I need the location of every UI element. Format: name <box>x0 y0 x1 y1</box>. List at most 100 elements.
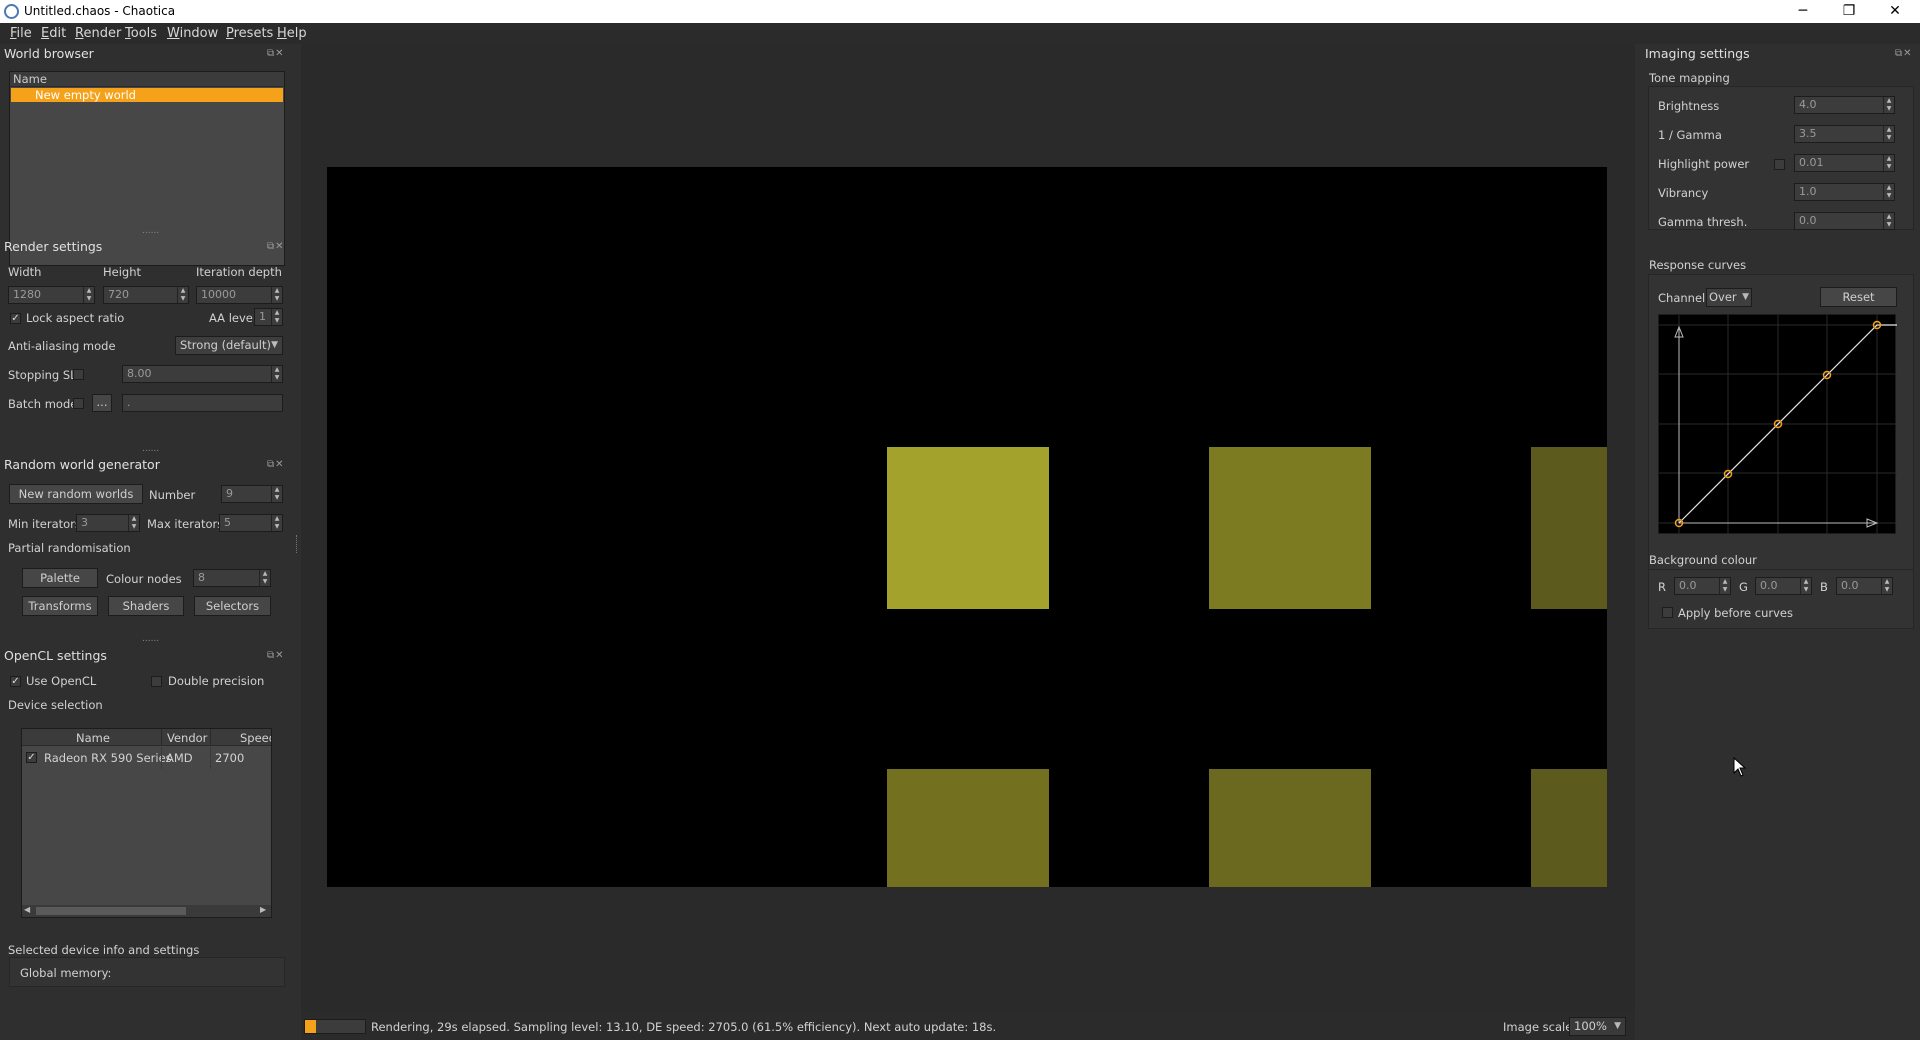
dock-float-close-icons[interactable]: ⧉✕ <box>1895 48 1913 59</box>
vibrancy-input[interactable]: 1.0 ▲ ▼ <box>1794 183 1895 201</box>
partial-randomisation-label: Partial randomisation <box>8 541 131 555</box>
tone-mapping-group: Brightness 4.0 ▲ ▼ 1 / Gamma 3.5 ▲ ▼ Highlig… <box>1648 86 1914 230</box>
render-settings-title: Render settings <box>4 239 103 254</box>
splitter-handle[interactable]: ...... <box>142 444 159 454</box>
width-input[interactable]: 1280 ▲ ▼ <box>8 286 95 304</box>
scroll-left-icon[interactable]: ◀ <box>24 905 30 914</box>
dock-float-close-icons[interactable]: ⧉✕ <box>267 459 285 470</box>
highlight-power-checkbox[interactable] <box>1774 159 1785 170</box>
render-canvas[interactable] <box>327 167 1607 887</box>
image-scale-select[interactable]: 100% ▼ <box>1569 1017 1626 1036</box>
gamma-input[interactable]: 3.5 ▲ ▼ <box>1794 125 1895 143</box>
g-label: G <box>1739 580 1748 594</box>
g-input[interactable]: 0.0 ▲ ▼ <box>1755 577 1812 595</box>
stopping-sl-checkbox[interactable] <box>73 369 84 380</box>
col-name[interactable]: Name <box>76 731 110 745</box>
opencl-title: OpenCL settings <box>4 648 107 663</box>
stopping-sl-input[interactable]: 8.00 ▲ ▼ <box>122 365 283 383</box>
render-square <box>887 769 1049 887</box>
table-row[interactable]: ✓ Radeon RX 590 Series AMD 2700 <box>22 747 271 769</box>
device-table-header: Name Vendor Speed <box>22 729 271 746</box>
dock-splitter[interactable] <box>296 535 298 553</box>
device-name: Radeon RX 590 Series <box>44 751 172 765</box>
gamma-thresh-label: Gamma thresh. <box>1658 215 1748 229</box>
palette-button[interactable]: Palette <box>22 568 98 588</box>
col-vendor[interactable]: Vendor <box>167 731 207 745</box>
imaging-settings-title: Imaging settings <box>1645 46 1750 61</box>
number-input[interactable]: 9 ▲ ▼ <box>221 485 283 503</box>
restore-button[interactable]: ❐ <box>1826 0 1872 23</box>
response-curve-editor[interactable] <box>1658 314 1897 535</box>
new-random-worlds-button[interactable]: New random worlds <box>9 484 143 504</box>
menu-bar: File Edit Render Tools Window Presets He… <box>0 23 1920 44</box>
menu-file[interactable]: File <box>10 26 32 41</box>
reset-curves-button[interactable]: Reset <box>1820 287 1897 307</box>
batch-path-input[interactable]: . <box>122 394 283 412</box>
device-table[interactable]: Name Vendor Speed ✓ Radeon RX 590 Series… <box>21 728 272 918</box>
min-iterators-input[interactable]: 3 ▲ ▼ <box>76 514 140 532</box>
render-square <box>1209 447 1371 609</box>
title-bar: Untitled.chaos - Chaotica ─ ❐ ✕ <box>0 0 1920 23</box>
menu-presets[interactable]: Presets <box>226 26 273 41</box>
render-progress-fill <box>305 1020 316 1033</box>
render-square <box>1209 769 1371 887</box>
use-opencl-checkbox[interactable]: ✓ <box>10 676 21 687</box>
render-square <box>887 447 1049 609</box>
brightness-input[interactable]: 4.0 ▲ ▼ <box>1794 96 1895 114</box>
device-selection-label: Device selection <box>8 698 103 712</box>
max-iterators-input[interactable]: 5 ▲ ▼ <box>219 514 283 532</box>
render-square <box>1531 447 1607 609</box>
world-list-header[interactable]: Name <box>10 72 284 87</box>
status-bar: Rendering, 29s elapsed. Sampling level: … <box>301 1013 1635 1040</box>
min-iterators-label: Min iterators <box>8 517 81 531</box>
transforms-button[interactable]: Transforms <box>22 596 98 616</box>
brightness-label: Brightness <box>1658 99 1720 113</box>
menu-window[interactable]: Window <box>167 26 218 41</box>
lock-aspect-checkbox[interactable]: ✓ <box>10 313 21 324</box>
r-input[interactable]: 0.0 ▲ ▼ <box>1674 577 1731 595</box>
aa-mode-select[interactable]: Strong (default) ▼ <box>175 336 283 355</box>
use-opencl-label: Use OpenCL <box>26 674 97 688</box>
menu-edit[interactable]: Edit <box>41 26 66 41</box>
splitter-handle[interactable]: ...... <box>142 226 159 236</box>
dock-float-close-icons[interactable]: ⧉✕ <box>267 650 285 661</box>
close-button[interactable]: ✕ <box>1872 0 1918 23</box>
iteration-depth-input[interactable]: 10000 ▲ ▼ <box>196 286 283 304</box>
double-precision-label: Double precision <box>168 674 265 688</box>
menu-render[interactable]: Render <box>75 26 121 41</box>
menu-help[interactable]: Help <box>277 26 307 41</box>
max-iterators-label: Max iterators <box>147 517 224 531</box>
height-input[interactable]: 720 ▲ ▼ <box>103 286 189 304</box>
scroll-right-icon[interactable]: ▶ <box>260 905 266 914</box>
curve-svg[interactable] <box>1659 315 1897 535</box>
selectors-button[interactable]: Selectors <box>194 596 271 616</box>
channel-select[interactable]: Over ▼ <box>1706 288 1752 307</box>
minimize-button[interactable]: ─ <box>1780 0 1826 23</box>
shaders-button[interactable]: Shaders <box>108 596 184 616</box>
batch-browse-button[interactable]: ... <box>92 394 112 412</box>
device-enabled-checkbox[interactable]: ✓ <box>26 752 37 763</box>
batch-mode-checkbox[interactable] <box>73 398 84 409</box>
aa-level-input[interactable]: 1 ▲ ▼ <box>254 308 283 326</box>
render-square <box>1531 769 1607 887</box>
aa-mode-label: Anti-aliasing mode <box>8 339 116 353</box>
col-speed[interactable]: Speed <box>240 731 271 745</box>
device-speed: 2700 <box>215 751 245 765</box>
gamma-thresh-input[interactable]: 0.0 ▲ ▼ <box>1794 212 1895 230</box>
menu-tools[interactable]: Tools <box>125 26 157 41</box>
apply-before-curves-checkbox[interactable] <box>1662 607 1673 618</box>
splitter-handle[interactable]: ...... <box>142 634 159 644</box>
horizontal-scrollbar[interactable]: ◀ ▶ <box>22 905 271 917</box>
dock-float-close-icons[interactable]: ⧉✕ <box>267 48 285 59</box>
double-precision-checkbox[interactable] <box>151 676 162 687</box>
background-colour-group: R 0.0 ▲ ▼ G 0.0 ▲ ▼ B 0.0 ▲ ▼ Apply before cur… <box>1648 569 1914 629</box>
colour-nodes-input[interactable]: 8 ▲ ▼ <box>193 569 271 587</box>
world-list-item[interactable]: New empty world <box>11 88 283 102</box>
render-progress-bar <box>304 1019 366 1034</box>
scrollbar-thumb[interactable] <box>36 907 186 915</box>
b-input[interactable]: 0.0 ▲ ▼ <box>1836 577 1893 595</box>
highlight-power-input[interactable]: 0.01 ▲ ▼ <box>1794 154 1895 172</box>
imaging-settings-dock: Imaging settings ⧉✕ Tone mapping Brightn… <box>1635 44 1920 1040</box>
world-list[interactable]: Name New empty world <box>9 71 285 266</box>
dock-float-close-icons[interactable]: ⧉✕ <box>267 241 285 252</box>
